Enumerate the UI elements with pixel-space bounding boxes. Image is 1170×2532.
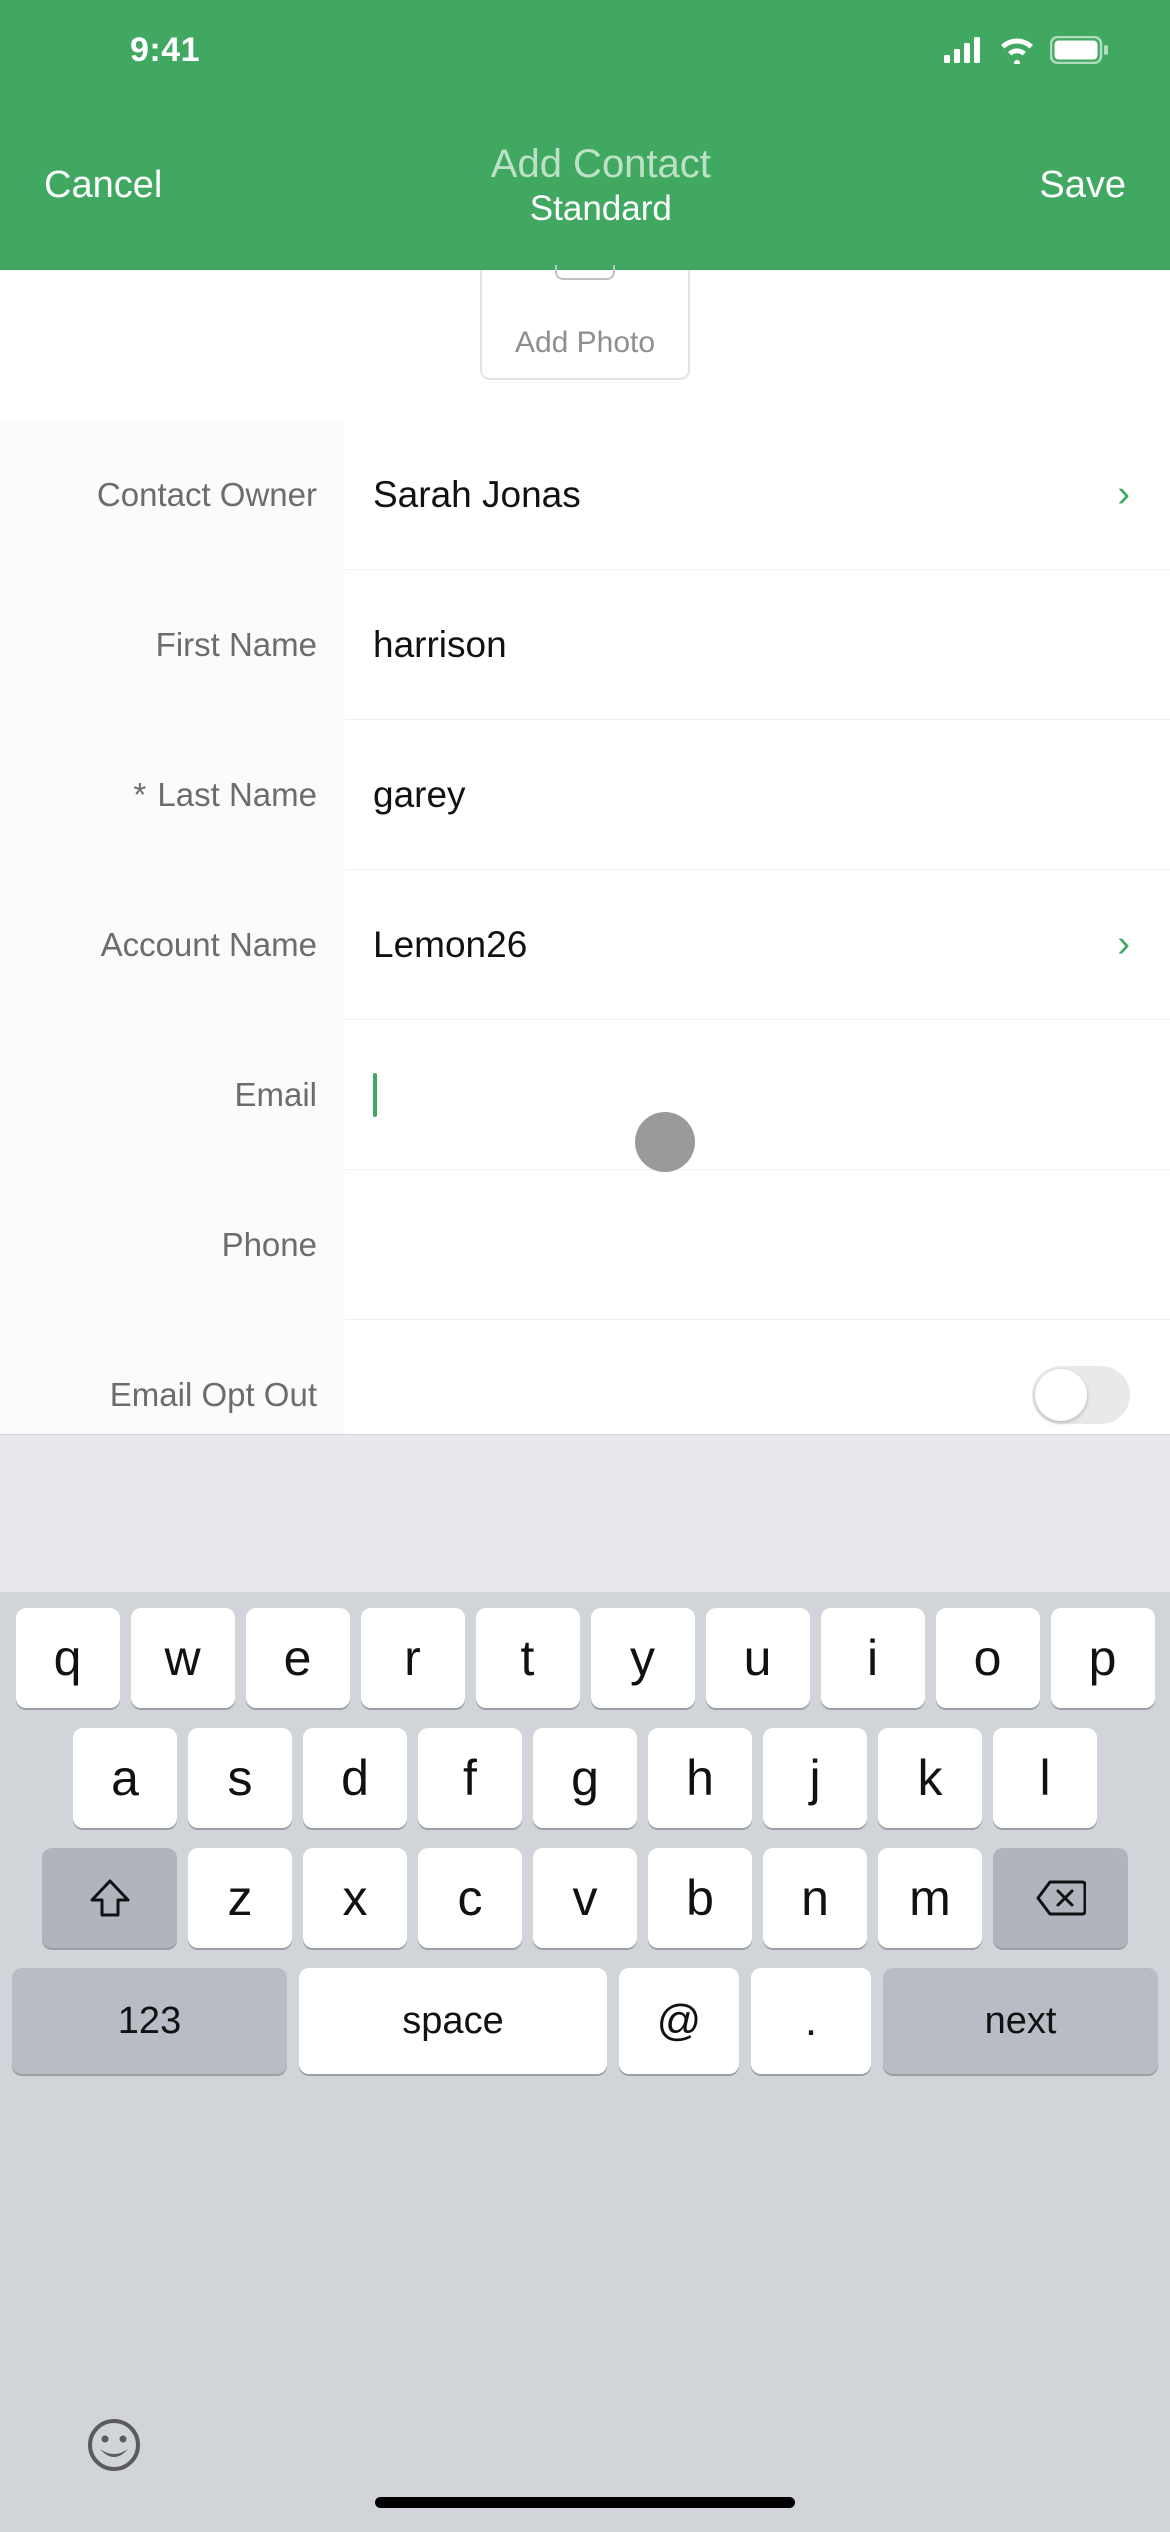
account-name-value: Lemon26 (373, 924, 527, 966)
key-u[interactable]: u (706, 1608, 810, 1708)
cancel-button[interactable]: Cancel (44, 164, 162, 207)
key-i[interactable]: i (821, 1608, 925, 1708)
required-mark: * (133, 776, 146, 813)
contact-owner-value: Sarah Jonas (373, 474, 581, 516)
keyboard: qwertyuiop asdfghjkl zxcvbnm 123 space @… (0, 1592, 1170, 2532)
form: Contact Owner Sarah Jonas › First Name *… (0, 420, 1170, 1470)
keyboard-row-1: qwertyuiop (10, 1608, 1160, 1708)
keyboard-row-2: asdfghjkl (10, 1728, 1160, 1828)
key-g[interactable]: g (533, 1728, 637, 1828)
key-l[interactable]: l (993, 1728, 1097, 1828)
chevron-right-icon: › (1117, 923, 1130, 966)
row-contact-owner[interactable]: Contact Owner Sarah Jonas › (0, 420, 1170, 570)
key-e[interactable]: e (246, 1608, 350, 1708)
key-d[interactable]: d (303, 1728, 407, 1828)
label-account-name: Account Name (0, 870, 345, 1020)
numbers-key[interactable]: 123 (12, 1968, 287, 2074)
emoji-key[interactable] (82, 2413, 146, 2477)
form-content: Add Photo Contact Owner Sarah Jonas › Fi… (0, 270, 1170, 2532)
backspace-icon (1036, 1879, 1086, 1917)
value-email[interactable] (345, 1020, 1170, 1170)
backspace-key[interactable] (993, 1848, 1128, 1948)
key-b[interactable]: b (648, 1848, 752, 1948)
value-first-name[interactable] (345, 570, 1170, 720)
page-subtitle: Standard (491, 189, 711, 229)
key-p[interactable]: p (1051, 1608, 1155, 1708)
nav-title-group: Add Contact Standard (491, 142, 711, 229)
label-first-name: First Name (0, 570, 345, 720)
add-photo-button[interactable]: Add Photo (480, 270, 690, 380)
value-last-name[interactable] (345, 720, 1170, 870)
save-button[interactable]: Save (1039, 164, 1126, 207)
last-name-field[interactable] (373, 774, 1130, 816)
key-h[interactable]: h (648, 1728, 752, 1828)
key-k[interactable]: k (878, 1728, 982, 1828)
toggle-knob (1035, 1369, 1087, 1421)
emoji-icon (86, 2417, 142, 2473)
touch-indicator (635, 1112, 695, 1172)
page-title: Add Contact (491, 142, 711, 187)
key-a[interactable]: a (73, 1728, 177, 1828)
key-c[interactable]: c (418, 1848, 522, 1948)
add-photo-label: Add Photo (515, 326, 655, 360)
shift-icon (88, 1876, 132, 1920)
text-cursor (373, 1073, 377, 1117)
value-account-name[interactable]: Lemon26 › (345, 870, 1170, 1020)
value-phone[interactable] (345, 1170, 1170, 1320)
at-key[interactable]: @ (619, 1968, 739, 2074)
row-last-name[interactable]: * Last Name (0, 720, 1170, 870)
camera-icon (555, 265, 615, 280)
label-email: Email (0, 1020, 345, 1170)
email-opt-out-toggle[interactable] (1032, 1366, 1130, 1424)
key-r[interactable]: r (361, 1608, 465, 1708)
row-first-name[interactable]: First Name (0, 570, 1170, 720)
keyboard-row-3: zxcvbnm (10, 1848, 1160, 1948)
key-z[interactable]: z (188, 1848, 292, 1948)
add-photo-row: Add Photo (0, 270, 1170, 420)
key-q[interactable]: q (16, 1608, 120, 1708)
key-t[interactable]: t (476, 1608, 580, 1708)
wifi-icon (998, 36, 1036, 64)
label-phone: Phone (0, 1170, 345, 1320)
value-contact-owner[interactable]: Sarah Jonas › (345, 420, 1170, 570)
signal-icon (944, 37, 984, 63)
keyboard-row-4: 123 space @ . next (10, 1968, 1160, 2074)
status-icons (944, 36, 1110, 64)
key-f[interactable]: f (418, 1728, 522, 1828)
first-name-field[interactable] (373, 624, 1130, 666)
key-o[interactable]: o (936, 1608, 1040, 1708)
nav-bar: Cancel Add Contact Standard Save (0, 100, 1170, 270)
home-indicator[interactable] (375, 2497, 795, 2508)
status-time: 9:41 (60, 31, 200, 70)
phone-field[interactable] (373, 1224, 1130, 1266)
key-x[interactable]: x (303, 1848, 407, 1948)
next-key[interactable]: next (883, 1968, 1158, 2074)
key-v[interactable]: v (533, 1848, 637, 1948)
key-w[interactable]: w (131, 1608, 235, 1708)
space-key[interactable]: space (299, 1968, 607, 2074)
label-contact-owner: Contact Owner (0, 420, 345, 570)
row-phone[interactable]: Phone (0, 1170, 1170, 1320)
chevron-right-icon: › (1117, 473, 1130, 516)
key-y[interactable]: y (591, 1608, 695, 1708)
row-email[interactable]: Email (0, 1020, 1170, 1170)
key-n[interactable]: n (763, 1848, 867, 1948)
status-bar: 9:41 (0, 0, 1170, 100)
predictive-bar (0, 1434, 1170, 1592)
battery-icon (1050, 36, 1110, 64)
label-last-name: * Last Name (0, 720, 345, 870)
dot-key[interactable]: . (751, 1968, 871, 2074)
row-account-name[interactable]: Account Name Lemon26 › (0, 870, 1170, 1020)
shift-key[interactable] (42, 1848, 177, 1948)
key-s[interactable]: s (188, 1728, 292, 1828)
key-j[interactable]: j (763, 1728, 867, 1828)
key-m[interactable]: m (878, 1848, 982, 1948)
